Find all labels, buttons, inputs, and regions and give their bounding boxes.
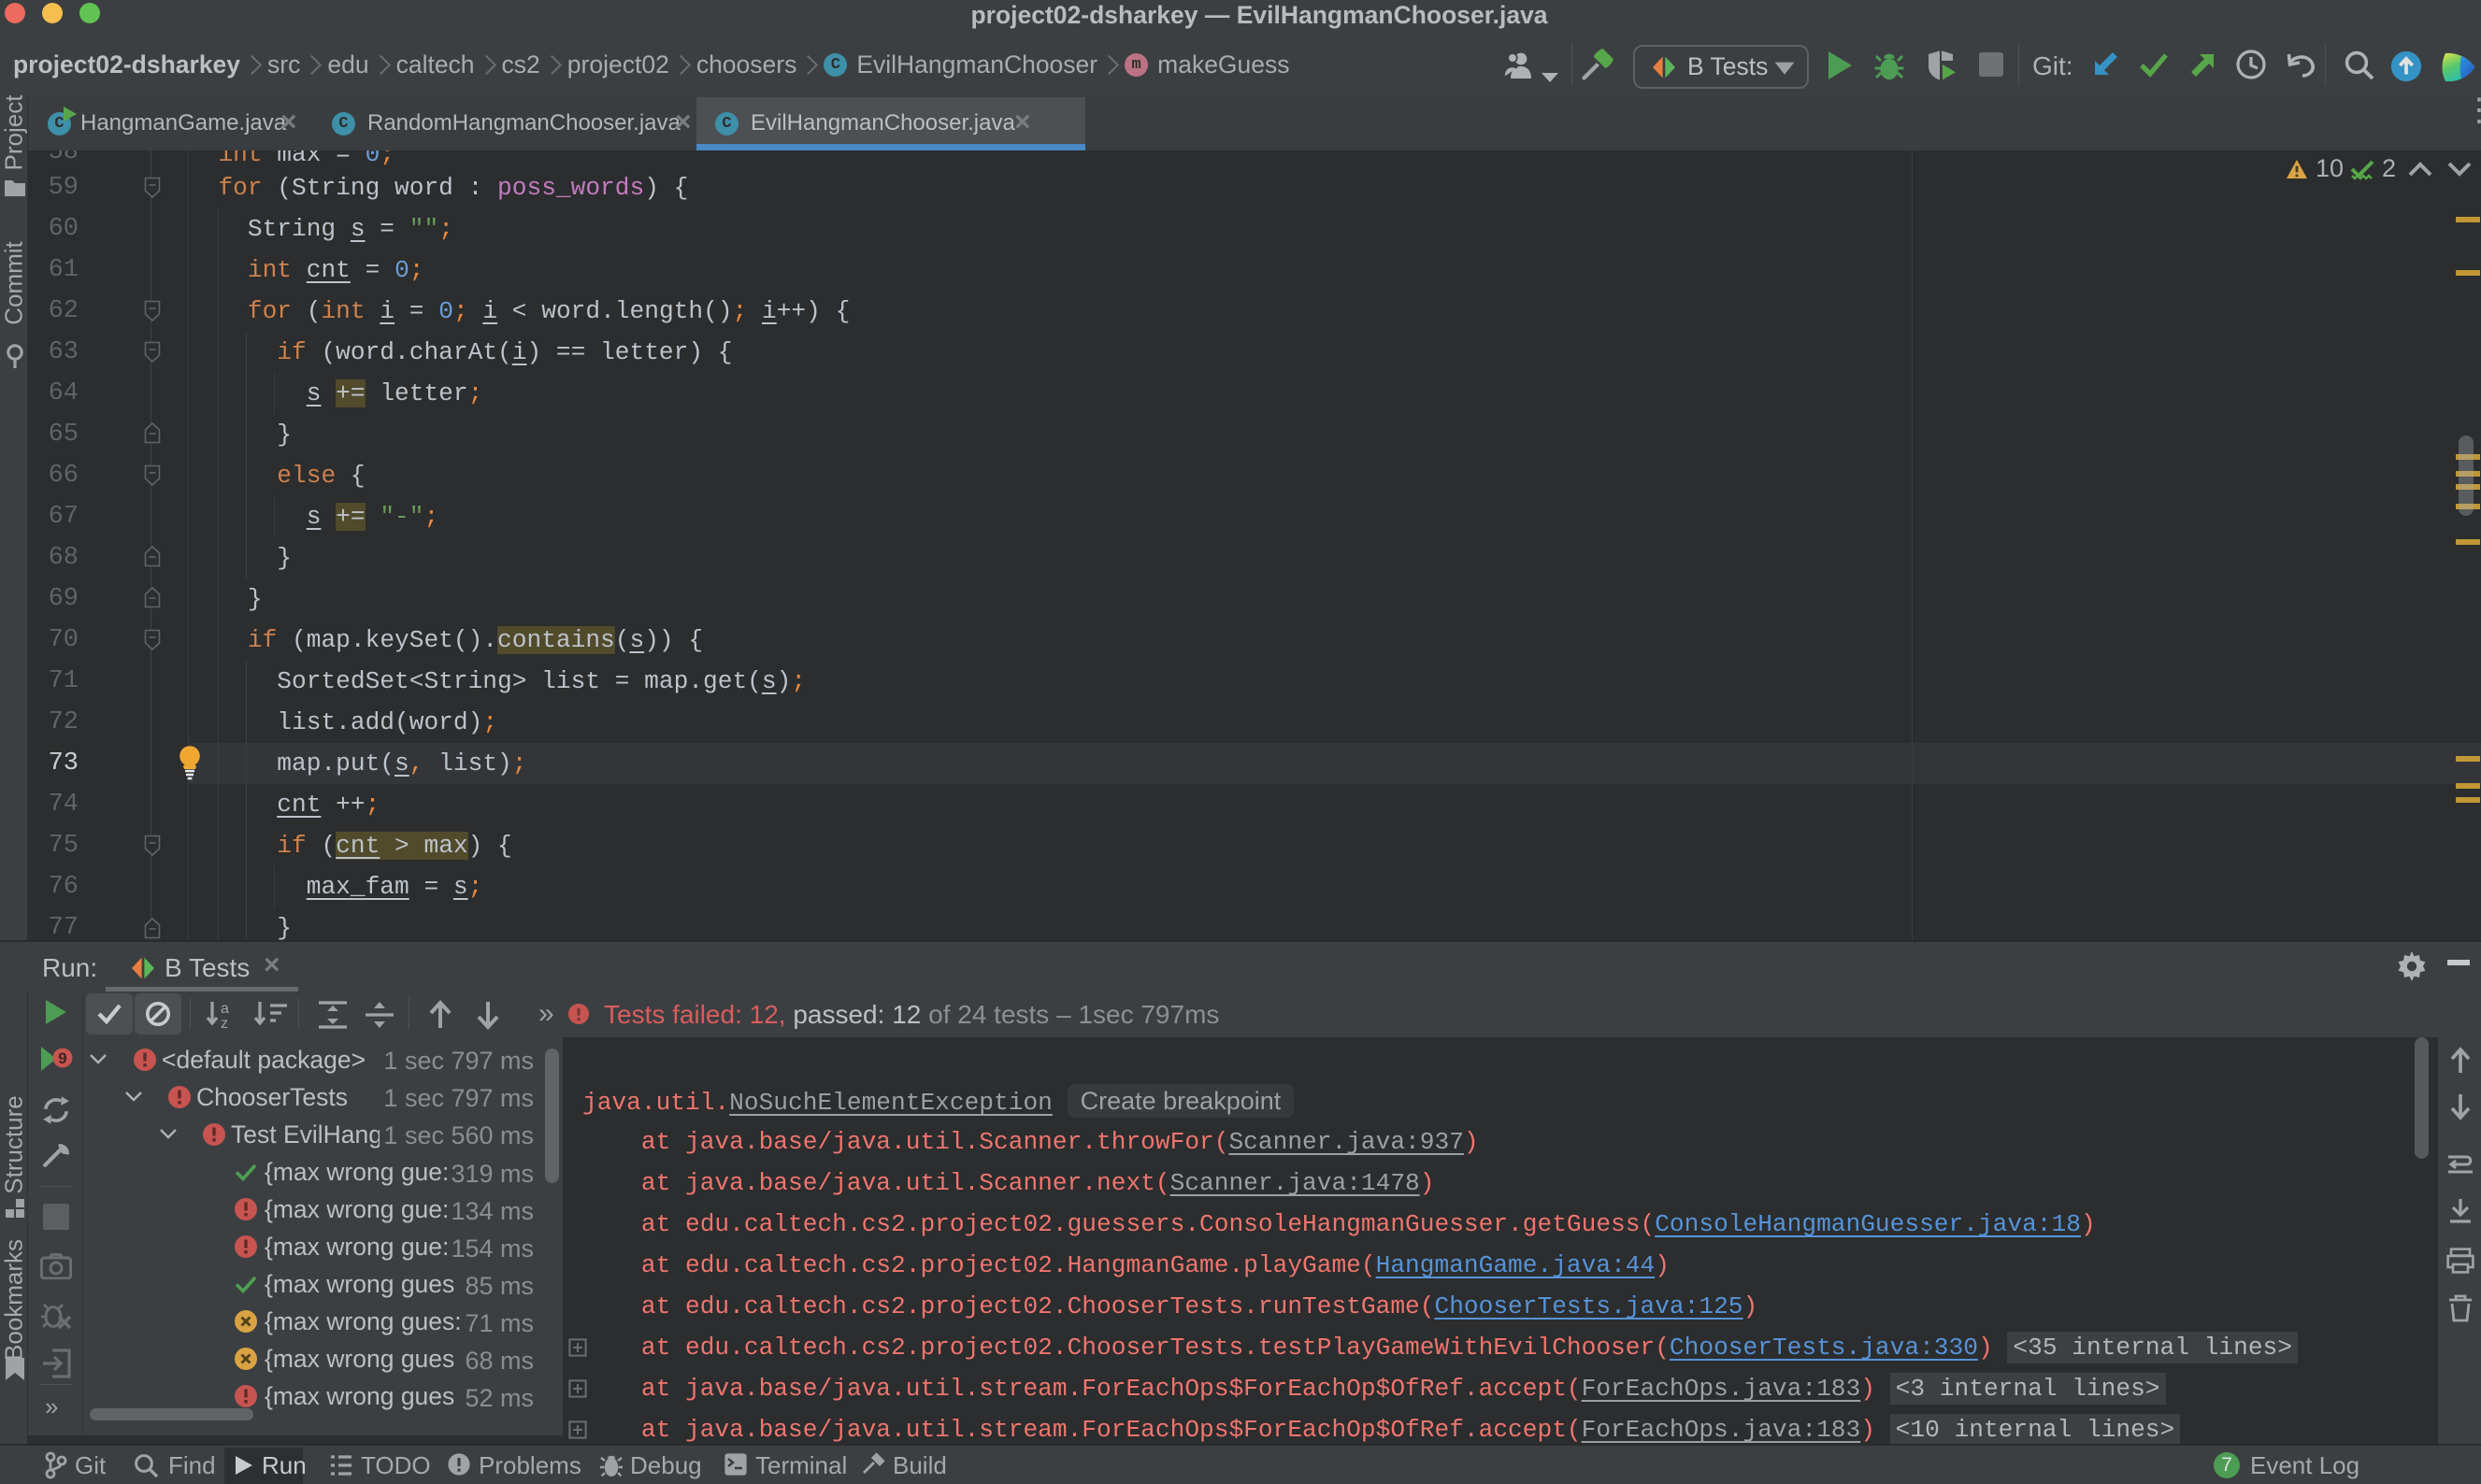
svg-text:9: 9 <box>58 1049 66 1067</box>
svg-text:a: a <box>221 1001 229 1017</box>
svg-text:z: z <box>221 1016 228 1030</box>
